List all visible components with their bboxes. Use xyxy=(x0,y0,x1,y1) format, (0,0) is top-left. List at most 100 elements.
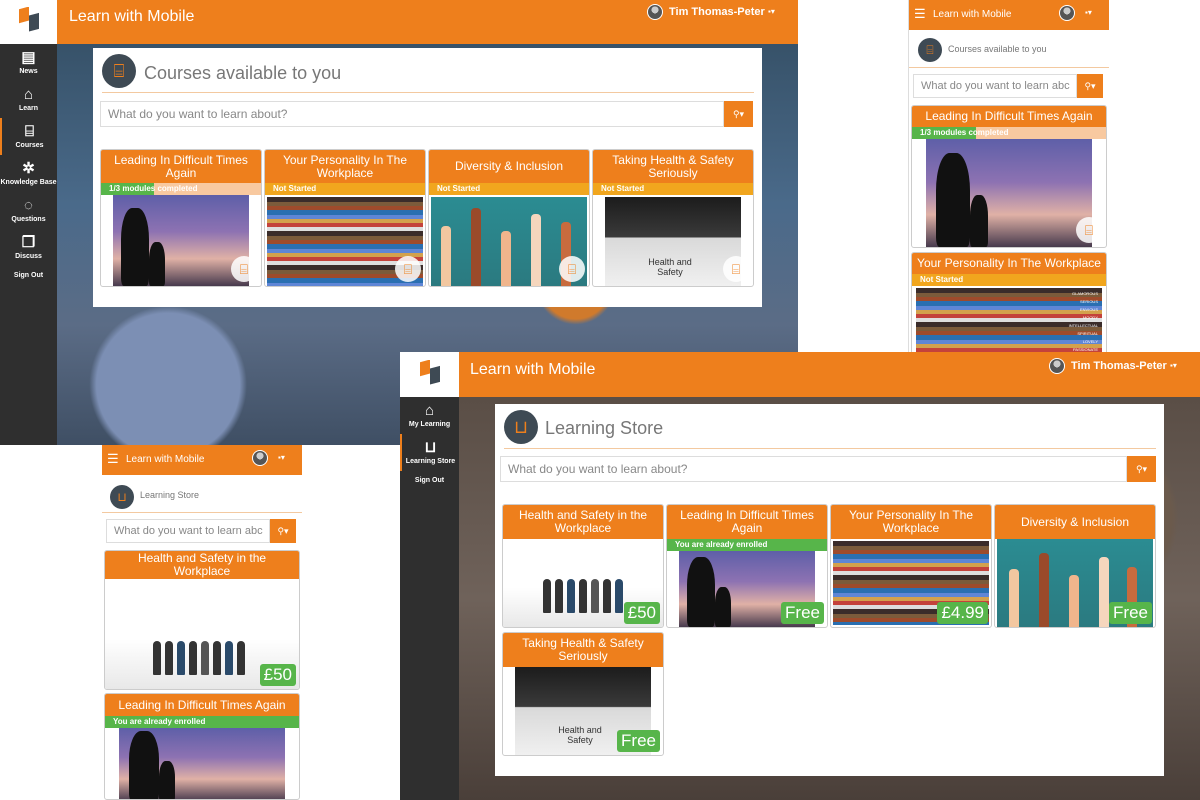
language-flag-icon[interactable]: ▪▾ xyxy=(768,7,775,16)
logo xyxy=(400,352,459,397)
person-figure xyxy=(225,641,233,675)
search-placeholder: What do you want to learn abc xyxy=(114,525,263,537)
search-button[interactable]: ⚲▾ xyxy=(1127,456,1156,482)
avatar[interactable] xyxy=(1059,5,1075,21)
sidebar-item-questions[interactable]: ◌ Questions xyxy=(0,192,57,229)
search-input[interactable]: What do you want to learn abc xyxy=(913,74,1077,98)
course-title: Your Personality In The Workplace xyxy=(912,253,1106,274)
pencil-label: INTELLECTUAL xyxy=(1068,323,1098,328)
sidebar-item-label: Discuss xyxy=(15,253,42,260)
institution-icon: ⌸ xyxy=(102,54,136,88)
sidebar-item-courses[interactable]: ⌸ Courses xyxy=(0,118,57,155)
hand-shape xyxy=(1039,553,1049,627)
search-placeholder: What do you want to learn about? xyxy=(508,462,688,476)
courses-panel: ⌸ Courses available to you What do you w… xyxy=(93,48,762,307)
institution-icon: ⌸ xyxy=(723,256,749,282)
app-title[interactable]: Learn with Mobile xyxy=(126,454,204,465)
institution-icon: ⌸ xyxy=(395,256,421,282)
course-card[interactable]: Your Personality In The Workplace Not St… xyxy=(264,149,426,287)
image-caption: Health and Safety xyxy=(648,257,692,277)
course-card[interactable]: Leading In Difficult Times Again You are… xyxy=(666,504,828,628)
course-card[interactable]: Taking Health & Safety Seriously Not Sta… xyxy=(592,149,754,287)
institution-icon: ⌸ xyxy=(1076,217,1102,243)
course-card[interactable]: Leading In Difficult Times Again You are… xyxy=(104,693,300,800)
hamburger-menu-icon[interactable]: ☰ xyxy=(914,6,926,22)
app-logo-icon xyxy=(18,7,39,32)
app-title[interactable]: Learn with Mobile xyxy=(470,361,595,379)
course-card[interactable]: Leading In Difficult Times Again 1/3 mod… xyxy=(911,105,1107,248)
shopping-bag-icon: ⊔ xyxy=(504,410,538,444)
search-placeholder: What do you want to learn abc xyxy=(921,80,1070,92)
pencil-label: SPIRITUAL xyxy=(1077,331,1098,336)
course-title-text: Leading In Difficult Times Again xyxy=(114,152,248,180)
course-title-text: Health and Safety in the Workplace xyxy=(518,508,648,535)
user-name[interactable]: Tim Thomas-Peter xyxy=(1071,360,1167,372)
user-name[interactable]: Tim Thomas-Peter xyxy=(669,6,765,18)
sidebar-item-learning-store[interactable]: ⊔ Learning Store xyxy=(400,434,459,471)
person-figure xyxy=(189,641,197,675)
avatar[interactable] xyxy=(252,450,268,466)
course-card[interactable]: Diversity & Inclusion Not Started ⌸ xyxy=(428,149,590,287)
language-flag-icon[interactable]: ▪▾ xyxy=(278,453,285,462)
app-title[interactable]: Learn with Mobile xyxy=(933,9,1011,20)
father-silhouette xyxy=(121,208,149,286)
search-input[interactable]: What do you want to learn about? xyxy=(500,456,1127,482)
search-button[interactable]: ⚲▾ xyxy=(270,519,296,543)
sidebar-item-knowledge-base[interactable]: ✲ Knowledge Base xyxy=(0,155,57,192)
search-button[interactable]: ⚲▾ xyxy=(724,101,753,127)
language-flag-icon[interactable]: ▪▾ xyxy=(1085,8,1092,17)
course-status: Not Started xyxy=(593,183,753,195)
hamburger-menu-icon[interactable]: ☰ xyxy=(107,451,119,467)
sidebar-item-label: News xyxy=(19,68,38,75)
sidebar-item-learn[interactable]: ⌂ Learn xyxy=(0,81,57,118)
course-title: Health and Safety in the Workplace xyxy=(503,505,663,539)
divider xyxy=(504,448,1156,449)
language-flag-icon[interactable]: ▪▾ xyxy=(1170,361,1177,370)
app-title[interactable]: Learn with Mobile xyxy=(69,8,194,26)
top-bar: ☰ Learn with Mobile ▪▾ xyxy=(909,0,1109,30)
course-card[interactable]: Your Personality In The Workplace £4.99 xyxy=(830,504,992,628)
sidebar-item-sign-out[interactable]: Sign Out xyxy=(0,266,57,285)
course-card[interactable]: Leading In Difficult Times Again 1/3 mod… xyxy=(100,149,262,287)
price-badge: £50 xyxy=(259,664,296,686)
sidebar-item-news[interactable]: ▤ News xyxy=(0,44,57,81)
sidebar-item-my-learning[interactable]: ⌂ My Learning xyxy=(400,397,459,434)
course-title-text: Your Personality In The Workplace xyxy=(848,508,974,535)
search-input[interactable]: What do you want to learn about? xyxy=(100,101,724,127)
sidebar-item-discuss[interactable]: ❐ Discuss xyxy=(0,229,57,266)
search-icon: ⚲▾ xyxy=(732,108,745,119)
page-header: ⊔ Learning Store xyxy=(102,481,302,513)
sidebar-item-sign-out[interactable]: Sign Out xyxy=(400,471,459,490)
course-card[interactable]: Taking Health & Safety Seriously Health … xyxy=(502,632,664,756)
course-title: Your Personality In The Workplace xyxy=(831,505,991,539)
course-card[interactable]: Diversity & Inclusion Free xyxy=(994,504,1156,628)
page-title: Learning Store xyxy=(545,418,664,438)
chat-icon: ❐ xyxy=(21,234,36,251)
pencil-labels: GLAMOROUS SERIOUS ENVIOUS MOODY INTELLEC… xyxy=(1069,290,1098,354)
course-title-text: Taking Health & Safety Seriously xyxy=(522,636,644,663)
hand-shape xyxy=(1009,569,1019,627)
hand-shape xyxy=(441,226,451,286)
person-figure xyxy=(213,641,221,675)
course-image xyxy=(113,195,249,286)
sidebar-item-label: Sign Out xyxy=(414,477,445,484)
search-input[interactable]: What do you want to learn abc xyxy=(106,519,270,543)
avatar[interactable] xyxy=(1049,358,1065,374)
image-caption: Health and Safety xyxy=(558,725,602,745)
course-card[interactable]: Health and Safety in the Workplace £50 xyxy=(502,504,664,628)
institution-icon: ⌸ xyxy=(231,256,257,282)
course-title: Leading In Difficult Times Again xyxy=(667,505,827,539)
course-title: Leading In Difficult Times Again xyxy=(101,150,261,183)
course-card[interactable]: Your Personality In The Workplace Not St… xyxy=(911,252,1107,355)
course-card[interactable]: Health and Safety in the Workplace £50 xyxy=(104,550,300,690)
person-figure xyxy=(177,641,185,675)
course-title-text: Health and Safety in the Workplace xyxy=(137,551,267,578)
search-button[interactable]: ⚲▾ xyxy=(1077,74,1103,98)
course-title: Your Personality In The Workplace xyxy=(265,150,425,183)
course-status: 1/3 modules completed xyxy=(912,127,1106,139)
divider xyxy=(102,92,754,93)
sidebar: ⌂ My Learning ⊔ Learning Store Sign Out xyxy=(400,397,459,800)
avatar[interactable] xyxy=(647,4,663,20)
course-title: Leading In Difficult Times Again xyxy=(105,694,299,716)
logo xyxy=(0,0,57,44)
